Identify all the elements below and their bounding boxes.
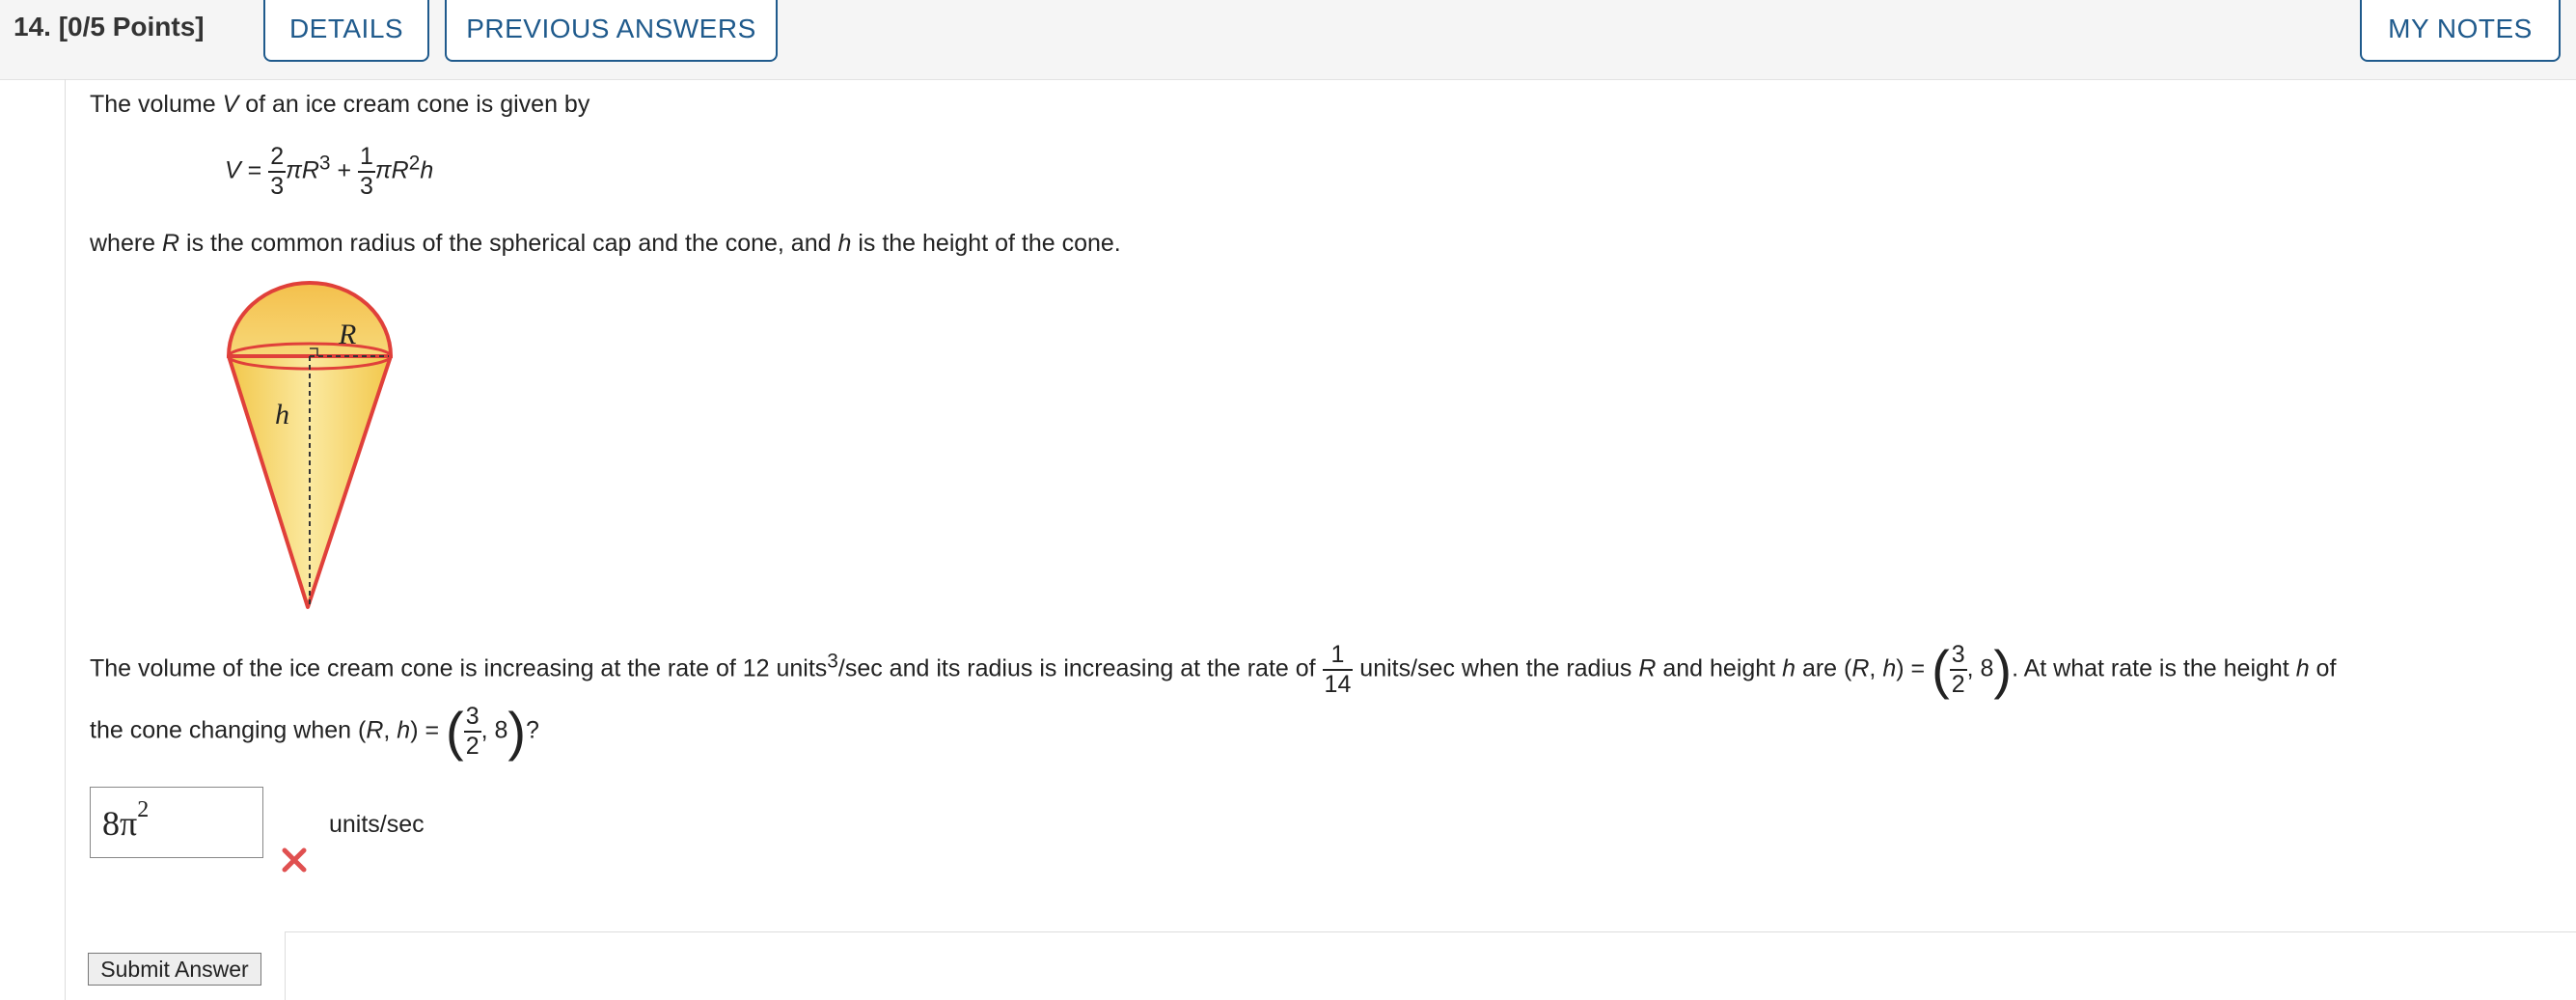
spherical-cap	[226, 281, 394, 358]
problem-intro: The volume V of an ice cream cone is giv…	[90, 91, 590, 118]
diagram-label-R: R	[338, 319, 356, 350]
answer-units: units/sec	[329, 811, 425, 838]
my-notes-button[interactable]: MY NOTES	[2360, 0, 2561, 62]
divider	[285, 931, 2576, 932]
radius-rate-fraction: 1 14	[1322, 641, 1354, 698]
answer-input[interactable]: 8π2	[90, 787, 263, 858]
fraction-one-third: 13	[358, 143, 375, 200]
point-fraction: 32	[1949, 641, 1967, 698]
previous-answers-button[interactable]: PREVIOUS ANSWERS	[445, 0, 778, 62]
details-button[interactable]: DETAILS	[263, 0, 429, 62]
fraction-two-thirds: 23	[268, 143, 287, 200]
divider-vertical	[285, 931, 286, 1000]
question-text-line-1: The volume of the ice cream cone is incr…	[90, 639, 2337, 700]
question-text-line-2: the cone changing when (R, h) = (3 2, 8)?	[90, 701, 539, 762]
question-header: 14. [0/5 Points] DETAILS PREVIOUS ANSWER…	[0, 0, 2576, 80]
variable-definition: where R is the common radius of the sphe…	[90, 230, 1121, 257]
diagram-label-h: h	[275, 399, 289, 431]
content-left-border	[65, 79, 66, 1000]
incorrect-x-icon	[282, 847, 307, 873]
question-number-points: 14. [0/5 Points]	[14, 12, 205, 42]
volume-formula: V = 2 3 πR3 + 1 3 πR2h	[225, 143, 434, 200]
question-number: 14.	[14, 12, 51, 42]
points-label: [0/5 Points]	[58, 12, 205, 42]
submit-answer-button[interactable]: Submit Answer	[88, 953, 261, 986]
ice-cream-cone-diagram: R h	[226, 281, 394, 609]
point-fraction-2: 32	[463, 703, 481, 760]
